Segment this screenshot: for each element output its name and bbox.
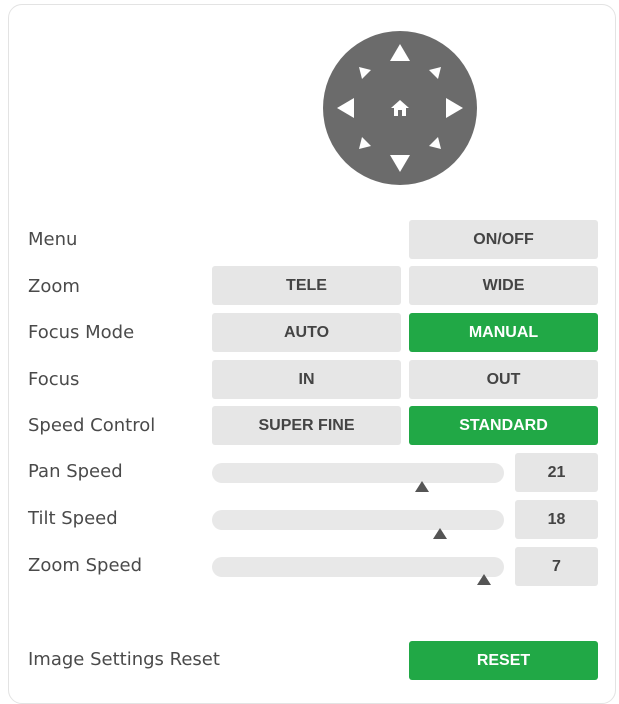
- focus-mode-manual-button[interactable]: MANUAL: [409, 313, 598, 352]
- focus-in-button[interactable]: IN: [212, 360, 401, 399]
- arrow-up-icon[interactable]: [390, 44, 410, 61]
- speed-control-label: Speed Control: [28, 415, 156, 436]
- ptz-direction-pad: [323, 31, 477, 185]
- zoom-speed-value: 7: [515, 547, 598, 586]
- menu-onoff-button[interactable]: ON/OFF: [409, 220, 598, 259]
- tilt-speed-label: Tilt Speed: [28, 508, 118, 529]
- speed-standard-button[interactable]: STANDARD: [409, 406, 598, 445]
- speed-super-fine-button[interactable]: SUPER FINE: [212, 406, 401, 445]
- focus-out-button[interactable]: OUT: [409, 360, 598, 399]
- zoom-speed-slider[interactable]: [212, 557, 504, 577]
- home-icon[interactable]: [389, 97, 411, 119]
- image-settings-reset-label: Image Settings Reset: [28, 649, 220, 670]
- zoom-tele-button[interactable]: TELE: [212, 266, 401, 305]
- tilt-speed-thumb[interactable]: [432, 528, 447, 539]
- zoom-label: Zoom: [28, 276, 80, 297]
- arrow-down-icon[interactable]: [390, 155, 410, 172]
- pan-speed-slider[interactable]: [212, 463, 504, 483]
- zoom-speed-thumb[interactable]: [476, 574, 491, 585]
- focus-mode-auto-button[interactable]: AUTO: [212, 313, 401, 352]
- camera-control-panel: [8, 4, 616, 704]
- tilt-speed-slider[interactable]: [212, 510, 504, 530]
- zoom-speed-label: Zoom Speed: [28, 555, 143, 576]
- pan-speed-thumb[interactable]: [415, 481, 430, 492]
- pan-speed-label: Pan Speed: [28, 461, 123, 482]
- arrow-right-icon[interactable]: [446, 98, 463, 118]
- focus-mode-label: Focus Mode: [28, 322, 135, 343]
- menu-label: Menu: [28, 229, 78, 250]
- pan-speed-value: 21: [515, 453, 598, 492]
- zoom-wide-button[interactable]: WIDE: [409, 266, 598, 305]
- focus-label: Focus: [28, 369, 80, 390]
- tilt-speed-value: 18: [515, 500, 598, 539]
- arrow-left-icon[interactable]: [337, 98, 354, 118]
- reset-button[interactable]: RESET: [409, 641, 598, 680]
